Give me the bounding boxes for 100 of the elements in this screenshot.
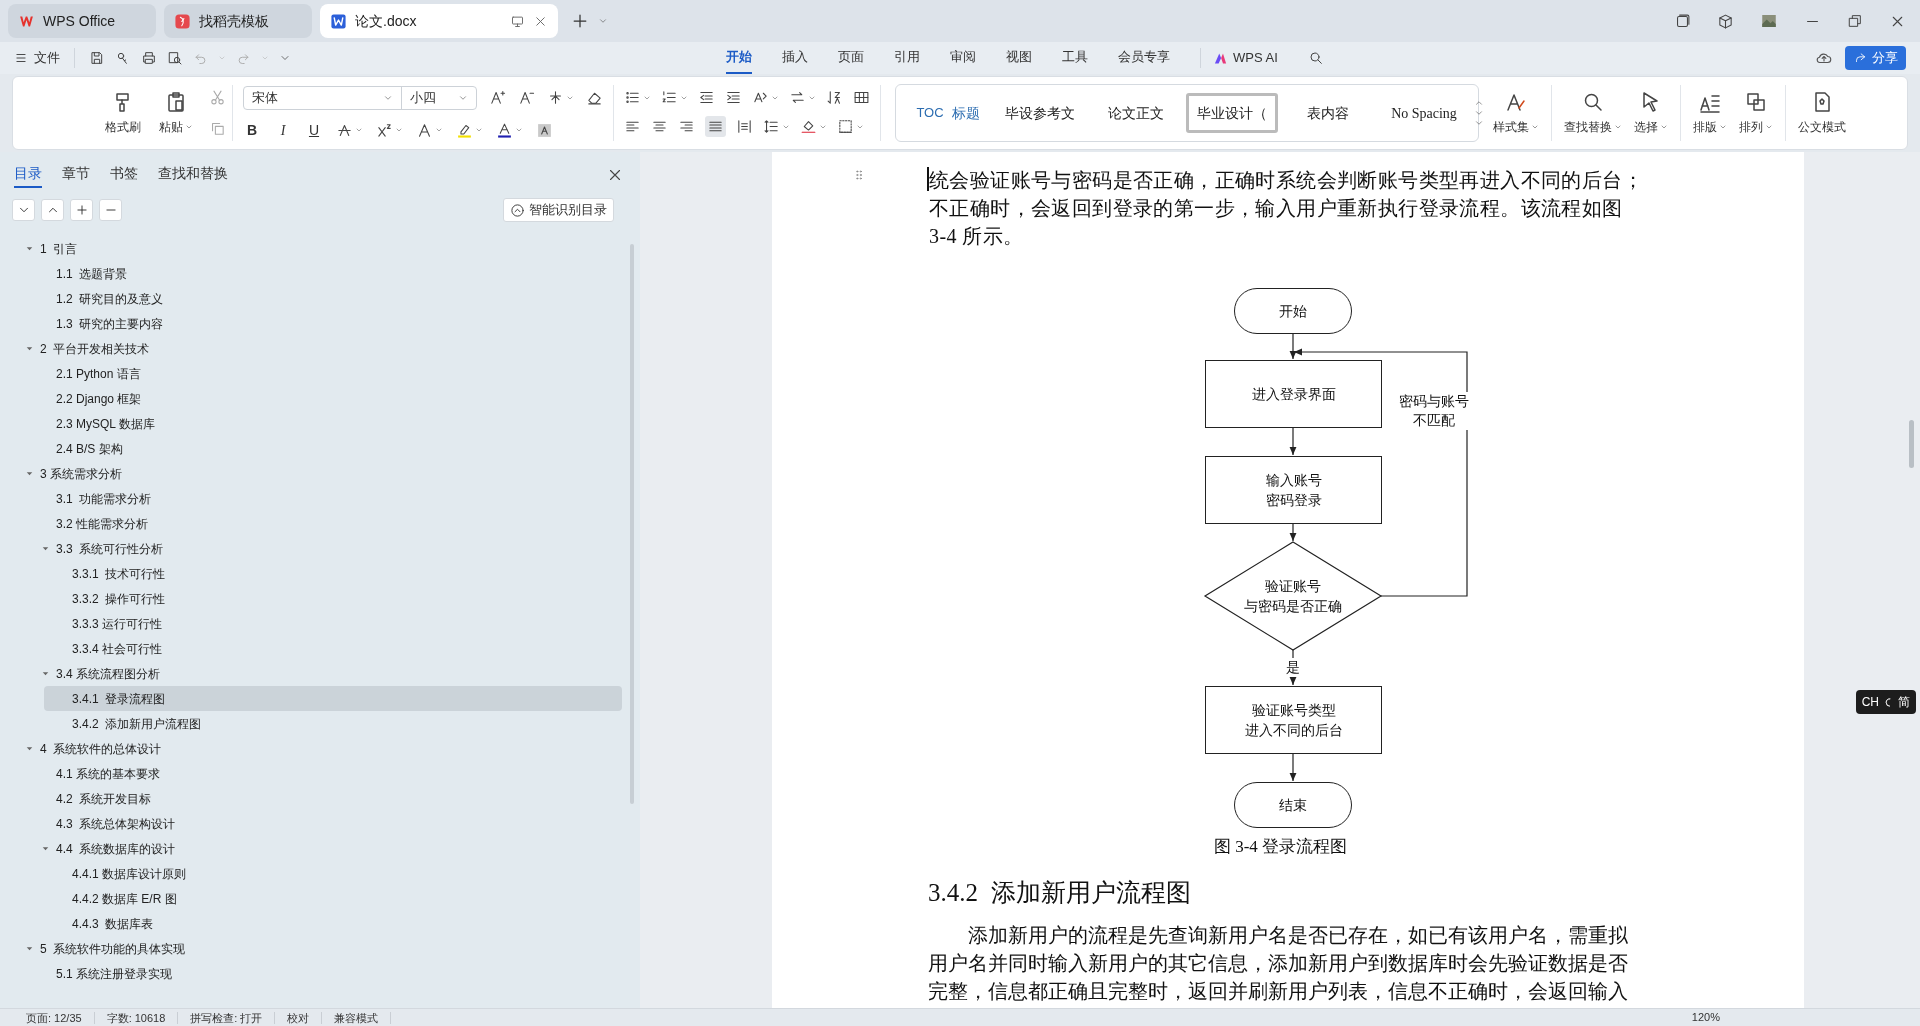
- toc-item[interactable]: 2.4 B/S 架构: [0, 436, 622, 461]
- toc-item[interactable]: 3.4 系统流程图分析: [0, 661, 622, 686]
- toc-item[interactable]: 4 系统软件的总体设计: [0, 736, 622, 761]
- official-mode-button[interactable]: 公文模式: [1792, 77, 1852, 149]
- toc-item[interactable]: 1.3 研究的主要内容: [0, 311, 622, 336]
- toc-item[interactable]: 3.3.2 操作可行性: [0, 586, 622, 611]
- style-option[interactable]: 表内容: [1282, 93, 1374, 133]
- print-icon[interactable]: [141, 50, 157, 66]
- save-icon[interactable]: [89, 50, 105, 66]
- toc-item[interactable]: 4.4.1 数据库设计原则: [0, 861, 622, 886]
- character-shading-icon[interactable]: [536, 121, 553, 139]
- ribbon-tab[interactable]: 工具: [1062, 42, 1088, 74]
- style-option[interactable]: 毕设参考文: [994, 93, 1086, 133]
- toc-item[interactable]: 1.2 研究目的及意义: [0, 286, 622, 311]
- font-selector[interactable]: 宋体 小四: [243, 85, 477, 110]
- ribbon-tab[interactable]: 视图: [1006, 42, 1032, 74]
- caret-icon: [1765, 123, 1773, 131]
- app-tab[interactable]: 找稻壳模板: [164, 4, 312, 38]
- add-button[interactable]: [70, 199, 93, 221]
- increase-indent-icon[interactable]: [725, 89, 742, 106]
- bullet-list-icon[interactable]: [624, 89, 641, 106]
- tile-icon[interactable]: [1674, 12, 1691, 30]
- swap-icon[interactable]: [789, 89, 806, 106]
- ribbon-tab[interactable]: 插入: [782, 42, 808, 74]
- format-painter-button[interactable]: 格式刷: [99, 90, 147, 136]
- toc-item[interactable]: 4.4 系统数据库的设计: [0, 836, 622, 861]
- fill-icon[interactable]: [800, 118, 817, 135]
- toc-item[interactable]: 3.4.1 登录流程图: [44, 686, 622, 711]
- app-tab[interactable]: 论文.docx: [320, 4, 558, 38]
- ribbon-tab[interactable]: 开始: [726, 42, 752, 74]
- shrink-font-icon[interactable]: [518, 89, 535, 106]
- line-spacing-icon[interactable]: [763, 118, 780, 135]
- toc-item[interactable]: 3 系统需求分析: [0, 461, 622, 486]
- toc-item[interactable]: 3.3 系统可行性分析: [0, 536, 622, 561]
- toc-item[interactable]: 2 平台开发相关技术: [0, 336, 622, 361]
- superscript-icon[interactable]: [376, 121, 393, 139]
- toc-item[interactable]: 2.3 MySQL 数据库: [0, 411, 622, 436]
- panel-tab[interactable]: 书签: [110, 162, 138, 188]
- toc-item[interactable]: 3.4.2 添加新用户流程图: [0, 711, 622, 736]
- toc-item[interactable]: 4.2 系统开发目标: [0, 786, 622, 811]
- toc-item[interactable]: 5 系统软件功能的具体实现: [0, 936, 622, 961]
- text-effect-icon[interactable]: [416, 121, 433, 139]
- print-preview-icon[interactable]: [167, 50, 183, 66]
- wps-ai-button[interactable]: WPS AI: [1200, 48, 1278, 68]
- ribbon-tab[interactable]: 会员专享: [1118, 42, 1170, 74]
- layout-button[interactable]: 排版: [1687, 77, 1733, 149]
- arrange-button[interactable]: 排列: [1733, 77, 1779, 149]
- paragraph: 统会验证账号与密码是否正确，正确时系统会判断账号类型再进入不同的后台；不正确时，会返回到登录的第一步，输入用户重新执行登录流程。该流程如图 3-4 所示。: [928, 168, 1644, 249]
- border-icon[interactable]: [837, 118, 854, 135]
- zoom-level[interactable]: 120%: [1691, 1009, 1720, 1026]
- toc-item[interactable]: 2.1 Python 语言: [0, 361, 622, 386]
- style-option[interactable]: TOC 标题: [906, 93, 990, 133]
- font-color-icon[interactable]: [496, 121, 513, 139]
- format-toggle-button[interactable]: B: [243, 119, 261, 141]
- toc-item[interactable]: 4.4.2 数据库 E/R 图: [0, 886, 622, 911]
- style-set-button[interactable]: 样式集: [1487, 77, 1545, 149]
- toc-item[interactable]: 3.3.4 社会可行性: [0, 636, 622, 661]
- ribbon-tab[interactable]: 页面: [838, 42, 864, 74]
- ime-indicator[interactable]: CH 简: [1855, 690, 1916, 714]
- toc-item[interactable]: 3.3.3 运行可行性: [0, 611, 622, 636]
- ribbon-tab[interactable]: 引用: [894, 42, 920, 74]
- distribute-icon[interactable]: [736, 118, 753, 135]
- panel-tab[interactable]: 查找和替换: [158, 162, 228, 188]
- toc-item[interactable]: 4.4.3 数据库表: [0, 911, 622, 936]
- toc-item[interactable]: 3.2 性能需求分析: [0, 511, 622, 536]
- paste-button[interactable]: 粘贴: [153, 90, 199, 136]
- toc-item[interactable]: 2.2 Django 框架: [0, 386, 622, 411]
- toc-item[interactable]: 3.3.1 技术可行性: [0, 561, 622, 586]
- toc-item[interactable]: 4.1 系统的基本要求: [0, 761, 622, 786]
- toc-item[interactable]: 1 引言: [0, 236, 622, 261]
- decrease-indent-icon[interactable]: [698, 89, 715, 106]
- panel-tab[interactable]: 章节: [62, 162, 90, 188]
- remove-button[interactable]: [99, 199, 122, 221]
- app-tab[interactable]: WPS Office: [8, 4, 156, 38]
- file-menu[interactable]: 文件: [14, 48, 75, 68]
- restore-icon[interactable]: [1847, 13, 1863, 29]
- toc-item[interactable]: 1.1 选题背景: [0, 261, 622, 286]
- smart-toc-button[interactable]: 智能识别目录: [503, 198, 614, 222]
- search-icon[interactable]: [1307, 50, 1324, 66]
- style-option[interactable]: No Spacing: [1378, 93, 1470, 133]
- justify-button[interactable]: [705, 116, 726, 137]
- share-button[interactable]: 分享: [1845, 46, 1906, 70]
- phonetic-icon[interactable]: [547, 89, 564, 106]
- panel-tab[interactable]: 目录: [14, 162, 42, 188]
- toc-item[interactable]: 5.1 系统注册登录实现: [0, 961, 622, 986]
- find-replace-button[interactable]: 查找替换: [1558, 77, 1628, 149]
- toc-item[interactable]: 3.1 功能需求分析: [0, 486, 622, 511]
- sort-icon[interactable]: [826, 89, 843, 106]
- format-toggle-button[interactable]: U: [305, 119, 323, 141]
- table-icon[interactable]: [853, 89, 870, 106]
- monitor-icon[interactable]: [510, 13, 525, 29]
- format-toggle-button[interactable]: I: [274, 119, 292, 141]
- grow-font-icon[interactable]: [489, 89, 506, 106]
- cube-icon[interactable]: [1717, 12, 1734, 30]
- scrollbar-thumb[interactable]: [1909, 420, 1914, 468]
- ribbon-tab[interactable]: 审阅: [950, 42, 976, 74]
- select-button[interactable]: 选择: [1628, 77, 1674, 149]
- toc-item[interactable]: 4.3 系统总体架构设计: [0, 811, 622, 836]
- style-option[interactable]: 论文正文: [1090, 93, 1182, 133]
- style-option[interactable]: 毕业设计（: [1186, 93, 1278, 133]
